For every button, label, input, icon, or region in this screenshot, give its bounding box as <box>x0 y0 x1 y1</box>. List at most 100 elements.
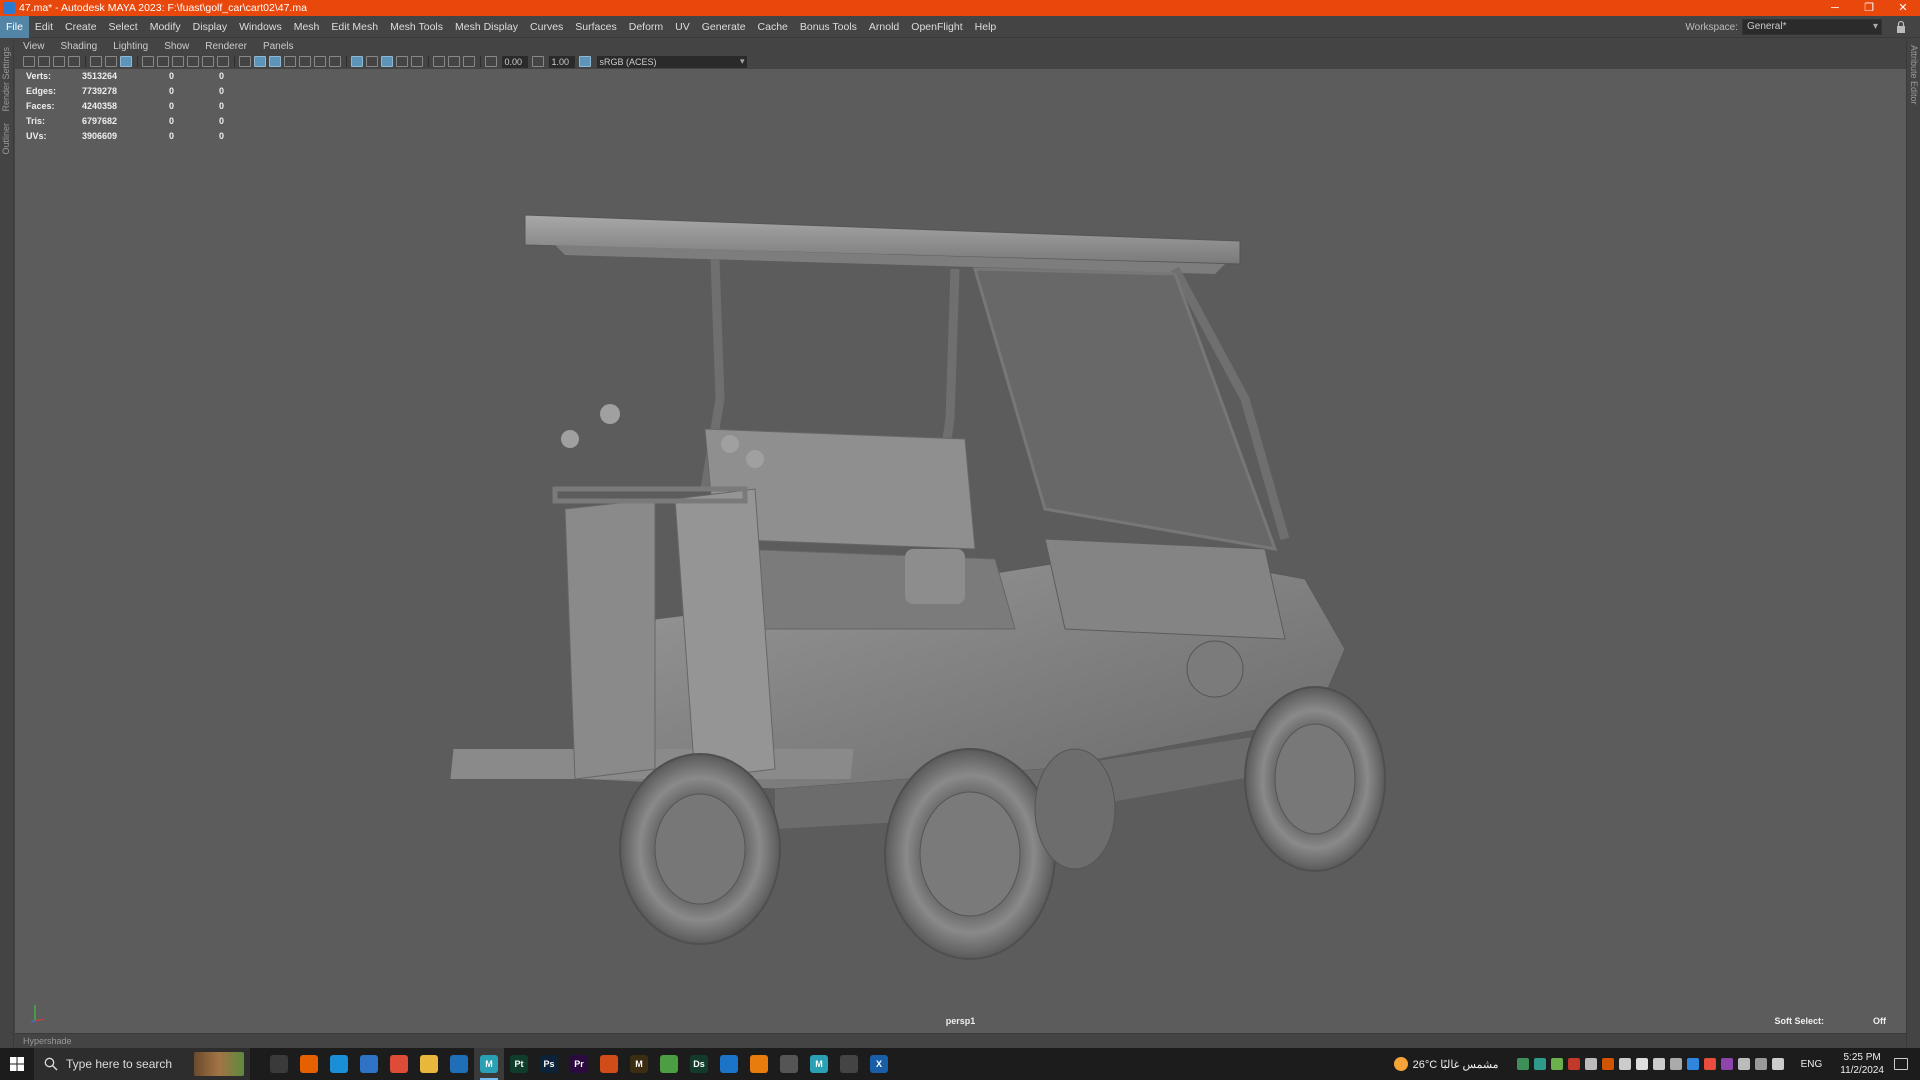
menu-file[interactable]: File <box>0 15 29 38</box>
menu-curves[interactable]: Curves <box>524 16 569 38</box>
menu-edit[interactable]: Edit <box>29 16 59 38</box>
exposure-field[interactable]: 0.00 <box>501 55 528 68</box>
taskbar-app-app-orange[interactable] <box>594 1048 624 1080</box>
menu-windows[interactable]: Windows <box>233 16 288 38</box>
image-plane-icon[interactable] <box>68 56 80 67</box>
taskbar-app-marmoset[interactable]: M <box>624 1048 654 1080</box>
tray-app-icon[interactable] <box>1772 1058 1785 1070</box>
smooth-shade-icon[interactable] <box>254 56 266 67</box>
taskbar-app-app-ring[interactable] <box>714 1048 744 1080</box>
hypershade-tab[interactable]: Hypershade <box>15 1033 1906 1048</box>
taskbar-app-task-view[interactable] <box>264 1048 294 1080</box>
gate-mask-icon[interactable] <box>172 56 184 67</box>
taskbar-app-store[interactable] <box>354 1048 384 1080</box>
menu-cache[interactable]: Cache <box>752 16 794 38</box>
taskbar-app-zbrush[interactable] <box>774 1048 804 1080</box>
panel-menu-renderer[interactable]: Renderer <box>197 41 255 52</box>
tray-app-icon[interactable] <box>1551 1058 1564 1070</box>
textured-icon[interactable] <box>284 56 296 67</box>
bookmarks-icon[interactable] <box>53 56 65 67</box>
grid-toggle-icon[interactable] <box>120 56 132 67</box>
maya-app-icon[interactable] <box>3 2 15 14</box>
tray-app-icon[interactable] <box>1738 1058 1751 1070</box>
viewport-persp[interactable]: Verts: 3513264 0 0 Edges: 7739278 0 0 Fa… <box>15 69 1906 1033</box>
weather-widget[interactable]: 26°C مشمس غالبًا <box>1393 1057 1499 1071</box>
menu-help[interactable]: Help <box>969 16 1003 38</box>
taskbar-app-maya[interactable]: M <box>474 1048 504 1080</box>
depth-of-field-icon[interactable] <box>448 56 460 67</box>
gamma-field[interactable]: 1.00 <box>548 55 575 68</box>
close-button[interactable]: ✕ <box>1886 0 1920 16</box>
grease-pencil-icon[interactable] <box>105 56 117 67</box>
safe-title-icon[interactable] <box>217 56 229 67</box>
menu-bonus-tools[interactable]: Bonus Tools <box>794 16 863 38</box>
menu-mesh-tools[interactable]: Mesh Tools <box>384 16 449 38</box>
taskbar-app-premiere[interactable]: Pr <box>564 1048 594 1080</box>
notifications-icon[interactable] <box>1894 1058 1908 1070</box>
depth-peeling-icon[interactable] <box>411 56 423 67</box>
menu-deform[interactable]: Deform <box>623 16 669 38</box>
minimize-button[interactable]: ─ <box>1818 0 1852 16</box>
color-management-icon[interactable] <box>579 56 591 67</box>
panel-menu-panels[interactable]: Panels <box>255 41 302 52</box>
panel-menu-show[interactable]: Show <box>156 41 197 52</box>
multisample-aa-icon[interactable] <box>433 56 445 67</box>
render-settings-tab[interactable]: Render Settings <box>1 47 11 112</box>
taskbar-app-edge[interactable] <box>324 1048 354 1080</box>
menu-uv[interactable]: UV <box>669 16 696 38</box>
gamma-icon[interactable] <box>532 56 544 67</box>
volume-icon[interactable] <box>1636 1058 1649 1070</box>
tray-app-icon[interactable] <box>1534 1058 1547 1070</box>
tray-app-icon[interactable] <box>1602 1058 1615 1070</box>
menu-mesh[interactable]: Mesh <box>288 16 326 38</box>
taskbar-app-maya-2[interactable]: M <box>804 1048 834 1080</box>
menu-create[interactable]: Create <box>59 16 103 38</box>
xray-joints-icon[interactable] <box>381 56 393 67</box>
taskbar-app-blender[interactable] <box>744 1048 774 1080</box>
start-button[interactable] <box>0 1048 34 1080</box>
clock[interactable]: 5:25 PM 11/2/2024 <box>1840 1051 1884 1077</box>
menu-edit-mesh[interactable]: Edit Mesh <box>325 16 384 38</box>
tray-app-icon[interactable] <box>1755 1058 1768 1070</box>
menu-openflight[interactable]: OpenFlight <box>905 16 968 38</box>
color-space-dropdown[interactable]: sRGB (ACES) <box>596 55 747 68</box>
taskbar-search[interactable]: Type here to search <box>34 1048 250 1080</box>
wifi-icon[interactable] <box>1653 1058 1666 1070</box>
language-indicator[interactable]: ENG <box>1801 1059 1823 1070</box>
safe-action-icon[interactable] <box>202 56 214 67</box>
exposure-icon[interactable] <box>485 56 497 67</box>
tray-app-icon[interactable] <box>1585 1058 1598 1070</box>
workspace-dropdown[interactable]: General* <box>1742 19 1882 35</box>
menu-surfaces[interactable]: Surfaces <box>569 16 622 38</box>
tray-app-icon[interactable] <box>1704 1058 1717 1070</box>
use-all-lights-icon[interactable] <box>299 56 311 67</box>
taskbar-app-file-explorer[interactable] <box>414 1048 444 1080</box>
battery-icon[interactable] <box>1670 1058 1683 1070</box>
tray-app-icon[interactable] <box>1517 1058 1530 1070</box>
menu-modify[interactable]: Modify <box>144 16 187 38</box>
taskbar-app-designer[interactable]: Ds <box>684 1048 714 1080</box>
panel-menu-shading[interactable]: Shading <box>53 41 106 52</box>
motion-blur-icon[interactable] <box>463 56 475 67</box>
shadows-icon[interactable] <box>314 56 326 67</box>
wireframe-on-shaded-icon[interactable] <box>269 56 281 67</box>
golf-cart-model[interactable] <box>15 69 1906 1033</box>
menu-generate[interactable]: Generate <box>696 16 752 38</box>
isolate-select-icon[interactable] <box>351 56 363 67</box>
wireframe-icon[interactable] <box>239 56 251 67</box>
tray-app-icon[interactable] <box>1568 1058 1581 1070</box>
screen-space-ao-icon[interactable] <box>329 56 341 67</box>
taskbar-app-maps[interactable] <box>654 1048 684 1080</box>
menu-arnold[interactable]: Arnold <box>863 16 905 38</box>
panel-menu-lighting[interactable]: Lighting <box>105 41 156 52</box>
menu-mesh-display[interactable]: Mesh Display <box>449 16 524 38</box>
xray-icon[interactable] <box>366 56 378 67</box>
onenote-icon[interactable] <box>1721 1058 1734 1070</box>
taskbar-app-photoshop[interactable]: Ps <box>534 1048 564 1080</box>
tray-app-icon[interactable] <box>1619 1058 1632 1070</box>
panel-menu-view[interactable]: View <box>15 41 53 52</box>
select-camera-icon[interactable] <box>23 56 35 67</box>
tray-app-icon[interactable] <box>1687 1058 1700 1070</box>
taskbar-app-app-x[interactable]: X <box>864 1048 894 1080</box>
menu-select[interactable]: Select <box>103 16 144 38</box>
